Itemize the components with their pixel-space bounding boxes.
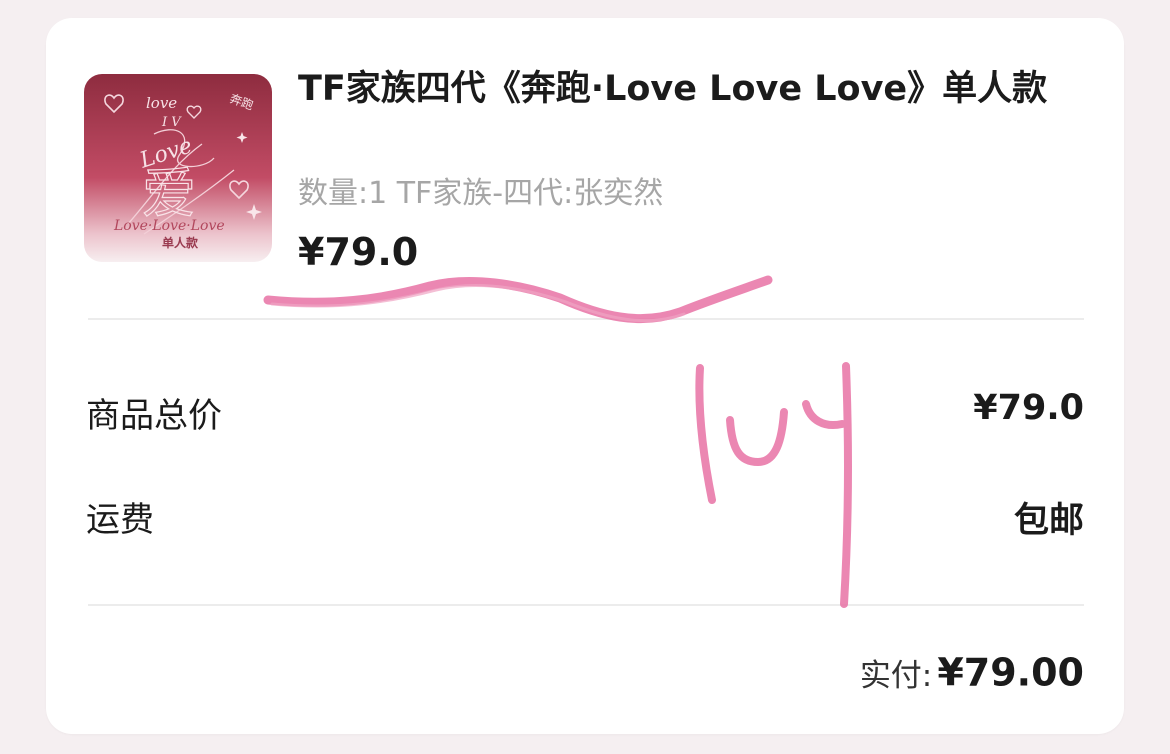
product-title[interactable]: TF家族四代《奔跑·Love Love Love》单人款 [298, 62, 1058, 117]
paid-total: 实付: ¥79.00 [860, 650, 1084, 695]
shipping-label: 运费 [86, 500, 154, 540]
paid-value: ¥79.00 [937, 650, 1084, 695]
product-spec: 数量:1 TF家族-四代:张奕然 [298, 176, 664, 211]
product-price: ¥79.0 [298, 230, 419, 274]
cover-iv-text: I V [161, 115, 182, 130]
subtotal-label: 商品总价 [86, 396, 222, 436]
product-cover-art: love I V Love 爱 奔跑 Love·Love·Love 单人款 [84, 74, 272, 262]
subtotal-value: ¥79.0 [973, 388, 1084, 428]
cover-line-text: Love·Love·Love [113, 218, 225, 234]
divider [88, 318, 1084, 320]
cover-edition-text: 单人款 [162, 235, 199, 250]
order-card: love I V Love 爱 奔跑 Love·Love·Love 单人款 TF… [46, 18, 1124, 734]
divider [88, 604, 1084, 606]
paid-label: 实付: [859, 658, 933, 694]
cover-love-text: love [146, 94, 177, 112]
product-thumbnail[interactable]: love I V Love 爱 奔跑 Love·Love·Love 单人款 [84, 74, 272, 262]
cover-big-char: 爱 [142, 162, 196, 225]
shipping-value: 包邮 [1013, 501, 1084, 541]
